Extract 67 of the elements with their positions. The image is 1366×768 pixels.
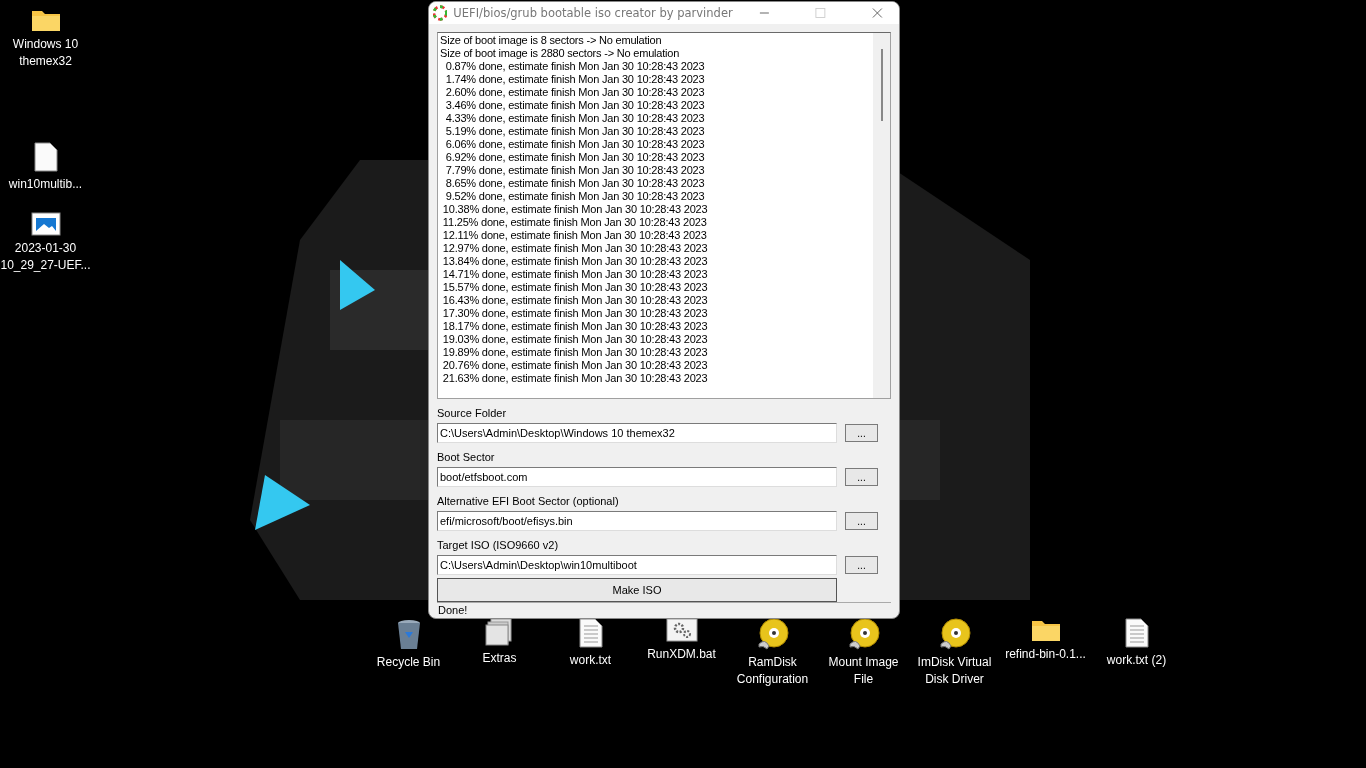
icon-label[interactable]: refind-bin-0.1... bbox=[1005, 646, 1086, 663]
icon-label[interactable]: Windows 10 themex32 bbox=[12, 36, 79, 70]
scrollbar[interactable] bbox=[873, 33, 890, 398]
icon-label[interactable]: work.txt (2) bbox=[1106, 652, 1167, 669]
icon-label[interactable]: Mount Image File bbox=[828, 654, 899, 688]
log-line: 0.87% done, estimate finish Mon Jan 30 10:28:43 2023 bbox=[444, 60, 706, 73]
recycle-bin-icon bbox=[395, 618, 422, 650]
disc-icon bbox=[847, 618, 880, 650]
folder-icon bbox=[30, 8, 61, 32]
path-field[interactable]: C:\Users\Admin\Desktop\win10multiboot bbox=[437, 555, 837, 575]
text-file-icon bbox=[1124, 618, 1149, 648]
status-bar: Done! bbox=[437, 602, 891, 618]
log-line: 17.30% done, estimate finish Mon Jan 30 10:28:43 2023 bbox=[441, 307, 709, 320]
icon-label[interactable]: ImDisk Virtual Disk Driver bbox=[917, 654, 992, 688]
path-field[interactable]: boot/etfsboot.com bbox=[437, 467, 837, 487]
browse-button[interactable]: ... bbox=[845, 424, 878, 442]
icon-label[interactable]: Extras bbox=[482, 650, 517, 667]
log-line: 20.76% done, estimate finish Mon Jan 30 10:28:43 2023 bbox=[441, 359, 709, 372]
log-line: 2.60% done, estimate finish Mon Jan 30 10:28:43 2023 bbox=[444, 86, 706, 99]
log-line: 16.43% done, estimate finish Mon Jan 30 10:28:43 2023 bbox=[441, 294, 709, 307]
folder-icon bbox=[1030, 618, 1061, 642]
icon-label[interactable]: 2023-01-30 10_29_27-UEF... bbox=[0, 240, 91, 274]
icon-label[interactable]: win10multib... bbox=[8, 176, 83, 193]
path-field[interactable]: efi/microsoft/boot/efisys.bin bbox=[437, 511, 837, 531]
log-line: 19.89% done, estimate finish Mon Jan 30 10:28:43 2023 bbox=[441, 346, 709, 359]
field-label: Alternative EFI Boot Sector (optional) bbox=[437, 494, 620, 508]
file-icon bbox=[33, 142, 58, 172]
disc-icon bbox=[756, 618, 789, 650]
maximize-icon bbox=[815, 7, 827, 19]
log-line: Size of boot image is 2880 sectors -> No emulation bbox=[440, 47, 681, 60]
log-line: 3.46% done, estimate finish Mon Jan 30 10:28:43 2023 bbox=[444, 99, 706, 112]
log-line: 8.65% done, estimate finish Mon Jan 30 10:28:43 2023 bbox=[444, 177, 706, 190]
icon-label[interactable]: RamDisk Configuration bbox=[736, 654, 809, 688]
log-line: 18.17% done, estimate finish Mon Jan 30 10:28:43 2023 bbox=[441, 320, 709, 333]
app-icon bbox=[433, 5, 448, 21]
window-title: UEFI/bios/grub bootable iso creator by parvinder bbox=[453, 6, 733, 20]
log-line: 6.92% done, estimate finish Mon Jan 30 10:28:43 2023 bbox=[444, 151, 706, 164]
icon-label[interactable]: Recycle Bin bbox=[376, 654, 441, 671]
log-line: 10.38% done, estimate finish Mon Jan 30 10:28:43 2023 bbox=[441, 203, 709, 216]
log-line: 12.97% done, estimate finish Mon Jan 30 10:28:43 2023 bbox=[441, 242, 709, 255]
icon-label[interactable]: work.txt bbox=[569, 652, 612, 669]
log-line: 13.84% done, estimate finish Mon Jan 30 10:28:43 2023 bbox=[441, 255, 709, 268]
path-field[interactable]: C:\Users\Admin\Desktop\Windows 10 themex32 bbox=[437, 423, 837, 443]
field-label: Target ISO (ISO9660 v2) bbox=[437, 538, 560, 552]
make-iso-button[interactable]: Make ISO bbox=[437, 578, 837, 602]
log-line: 7.79% done, estimate finish Mon Jan 30 10:28:43 2023 bbox=[444, 164, 706, 177]
image-file-icon bbox=[30, 212, 61, 236]
log-line: 9.52% done, estimate finish Mon Jan 30 10:28:43 2023 bbox=[444, 190, 706, 203]
browse-button[interactable]: ... bbox=[845, 556, 878, 574]
log-line: 21.63% done, estimate finish Mon Jan 30 10:28:43 2023 bbox=[441, 372, 709, 385]
log-line: Size of boot image is 8 sectors -> No emulation bbox=[440, 34, 663, 47]
log-line: 19.03% done, estimate finish Mon Jan 30 10:28:43 2023 bbox=[441, 333, 709, 346]
icon-label[interactable]: RunXDM.bat bbox=[647, 646, 716, 663]
disc-icon bbox=[938, 618, 971, 650]
log-line: 4.33% done, estimate finish Mon Jan 30 10:28:43 2023 bbox=[444, 112, 706, 125]
close-icon[interactable] bbox=[872, 7, 883, 19]
log-line: 15.57% done, estimate finish Mon Jan 30 10:28:43 2023 bbox=[441, 281, 709, 294]
log-line: 6.06% done, estimate finish Mon Jan 30 10:28:43 2023 bbox=[444, 138, 706, 151]
log-line: 11.25% done, estimate finish Mon Jan 30 10:28:43 2023 bbox=[441, 216, 708, 229]
log-line: 1.74% done, estimate finish Mon Jan 30 10:28:43 2023 bbox=[444, 73, 706, 86]
field-label: Source Folder bbox=[437, 406, 508, 420]
browse-button[interactable]: ... bbox=[845, 468, 878, 486]
log-line: 5.19% done, estimate finish Mon Jan 30 10:28:43 2023 bbox=[444, 125, 706, 138]
log-line: 12.11% done, estimate finish Mon Jan 30 10:28:43 2023 bbox=[441, 229, 708, 242]
field-label: Boot Sector bbox=[437, 450, 496, 464]
log-line: 14.71% done, estimate finish Mon Jan 30 10:28:43 2023 bbox=[441, 268, 709, 281]
browse-button[interactable]: ... bbox=[845, 512, 878, 530]
